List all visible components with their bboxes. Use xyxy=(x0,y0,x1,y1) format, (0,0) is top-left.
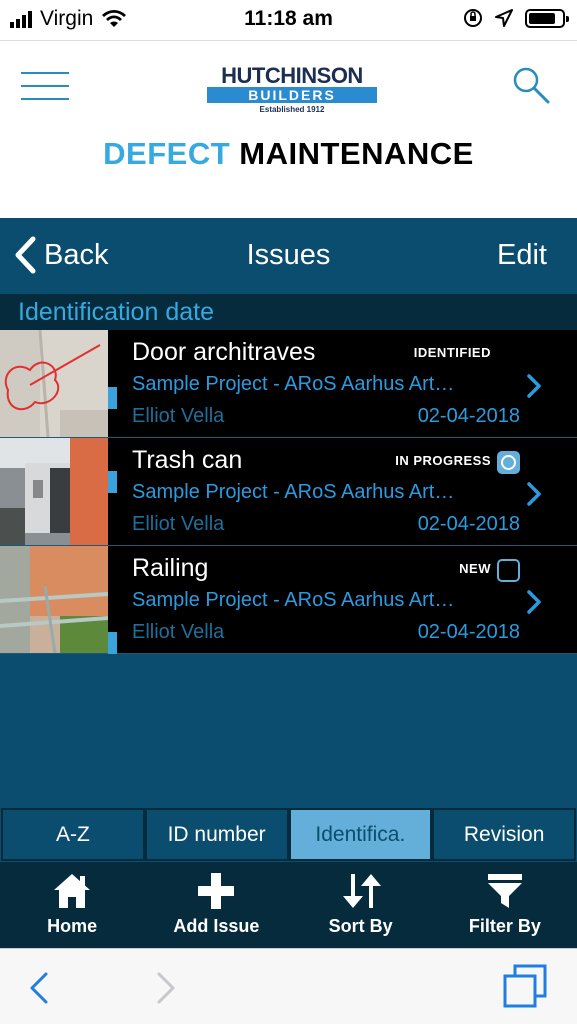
issue-user: Elliot Vella xyxy=(132,513,225,535)
issue-title: Trash can xyxy=(132,446,243,474)
browser-forward-icon[interactable] xyxy=(155,971,177,1005)
issue-row[interactable]: Railing NEW Sample Project - ARoS Aarhus… xyxy=(0,546,577,654)
segment-a-z[interactable]: A-Z xyxy=(3,810,145,859)
segment-revision[interactable]: Revision xyxy=(434,810,574,859)
battery-icon xyxy=(525,8,569,28)
issue-date: 02-04-2018 xyxy=(417,513,520,535)
edit-button[interactable]: Edit xyxy=(497,239,547,272)
tab-home[interactable]: Home xyxy=(0,862,144,948)
app-header: HUTCHINSON BUILDERS Established 1912 DEF… xyxy=(0,40,577,218)
orientation-lock-icon xyxy=(464,9,482,27)
tab-sort-by[interactable]: Sort By xyxy=(289,862,433,948)
browser-toolbar xyxy=(0,948,577,1024)
filter-icon xyxy=(487,874,522,908)
tab-label: Home xyxy=(47,916,98,936)
tab-bar: Home Add Issue Sort By Filter By xyxy=(0,862,577,948)
issue-project: Sample Project - ARoS Aarhus Art… xyxy=(132,373,455,395)
chevron-right-icon xyxy=(527,482,541,506)
issue-project: Sample Project - ARoS Aarhus Art… xyxy=(132,589,455,611)
status-badge: NEW xyxy=(459,561,491,576)
tab-filter-by[interactable]: Filter By xyxy=(433,862,577,948)
section-header: Identification date xyxy=(0,294,577,330)
issue-list: Door architraves IDENTIFIED Sample Proje… xyxy=(0,330,577,654)
issue-title: Door architraves xyxy=(132,338,316,366)
issue-title: Railing xyxy=(132,554,209,582)
issue-thumbnail xyxy=(0,546,108,653)
in-progress-icon xyxy=(497,451,520,474)
row-marker xyxy=(108,632,117,654)
segment-identification[interactable]: Identifica. xyxy=(290,810,433,859)
tab-label: Sort By xyxy=(328,916,393,936)
status-bar: Virgin 11:18 am xyxy=(0,0,577,40)
hamburger-menu-icon[interactable] xyxy=(21,72,69,104)
page-title: Issues xyxy=(246,239,331,271)
sort-icon xyxy=(342,874,381,908)
company-logo: HUTCHINSON BUILDERS Established 1912 xyxy=(207,65,377,114)
status-badge: IN PROGRESS xyxy=(395,453,491,468)
tab-label: Filter By xyxy=(468,916,541,936)
row-marker xyxy=(108,471,117,493)
tab-add-issue[interactable]: Add Issue xyxy=(144,862,288,948)
issue-date: 02-04-2018 xyxy=(417,621,520,643)
home-icon xyxy=(54,874,91,908)
chevron-right-icon xyxy=(527,374,541,398)
issue-row[interactable]: Trash can IN PROGRESS Sample Project - A… xyxy=(0,438,577,546)
sort-segmented-control: A-Z ID number Identifica. Revision xyxy=(1,808,576,861)
segment-id-number[interactable]: ID number xyxy=(146,810,289,859)
status-badge: IDENTIFIED xyxy=(413,345,491,360)
tabs-icon[interactable] xyxy=(502,963,548,1009)
browser-back-icon[interactable] xyxy=(28,971,50,1005)
row-marker xyxy=(108,387,117,409)
issue-user: Elliot Vella xyxy=(132,621,225,643)
issue-date: 02-04-2018 xyxy=(417,405,520,427)
new-status-icon xyxy=(497,559,520,582)
navigation-bar: Back Issues Edit xyxy=(0,218,577,294)
issue-row[interactable]: Door architraves IDENTIFIED Sample Proje… xyxy=(0,330,577,438)
plus-icon xyxy=(198,873,235,909)
issue-project: Sample Project - ARoS Aarhus Art… xyxy=(132,481,455,503)
chevron-right-icon xyxy=(527,590,541,614)
issue-thumbnail xyxy=(0,438,108,545)
tab-label: Add Issue xyxy=(173,916,260,936)
search-icon[interactable] xyxy=(511,65,551,105)
issue-thumbnail xyxy=(0,330,108,437)
app-title: DEFECT MAINTENANCE xyxy=(103,136,474,171)
location-icon xyxy=(495,9,513,27)
issue-user: Elliot Vella xyxy=(132,405,225,427)
